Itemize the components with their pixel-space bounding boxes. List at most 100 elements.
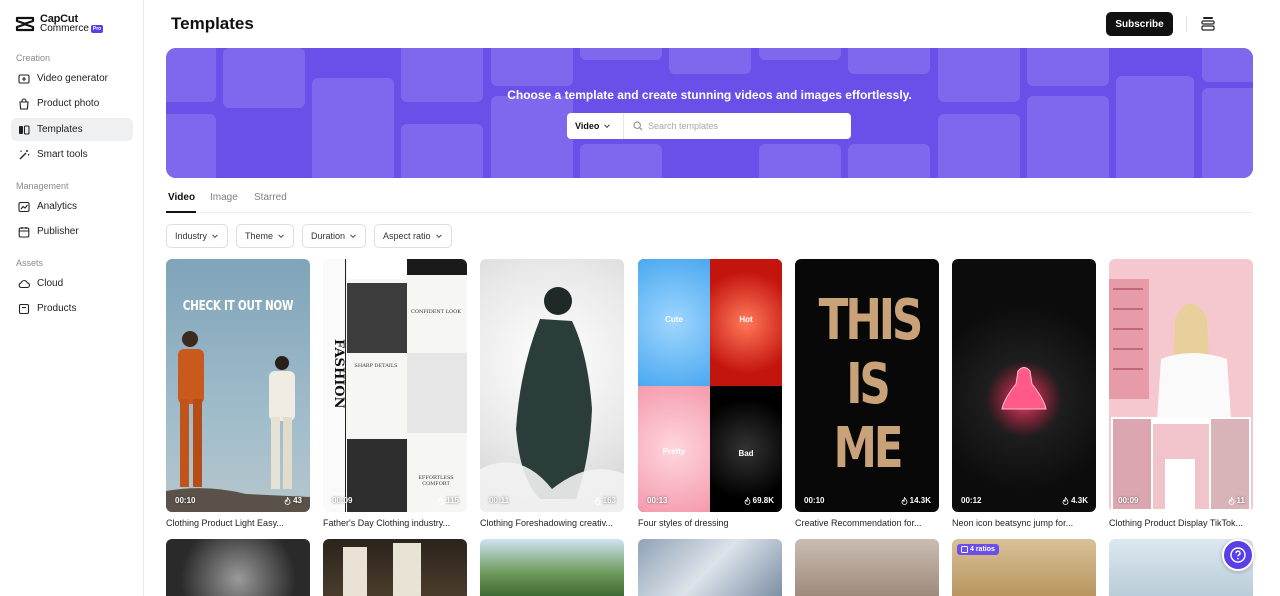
thumbnail-art [480, 287, 624, 512]
calendar-icon [18, 226, 30, 238]
template-card-thumbnail[interactable]: 4 ratios [952, 539, 1096, 596]
template-title: Neon icon beatsync jump for... [952, 518, 1074, 528]
ratio-badge: 4 ratios [957, 544, 999, 555]
sidebar-item-cloud[interactable]: Cloud [11, 272, 133, 295]
template-card[interactable]: 00:09 11 Clothing Product Display TikTok… [1109, 259, 1253, 528]
template-card[interactable]: 00:12 4.3K Neon icon beatsync jump for..… [952, 259, 1096, 528]
thumbnail-overlay-text: CHECK IT OUT NOW [182, 299, 294, 314]
section-title-creation: Creation [16, 53, 51, 63]
thumbnail-caption: SHARP DETAILS [354, 363, 398, 369]
search-type-dropdown[interactable]: Video [567, 113, 624, 139]
template-thumbnail: 00:11 163 [480, 259, 624, 512]
template-title: Creative Recommendation for... [795, 518, 922, 528]
search-input[interactable] [648, 121, 838, 131]
likes-count: 11 [1228, 496, 1245, 505]
template-card-thumbnail[interactable] [323, 539, 467, 596]
duration-label: 00:10 [804, 496, 825, 505]
chevron-down-icon [278, 234, 284, 239]
video-plus-icon [18, 73, 30, 84]
active-tab-indicator [166, 211, 196, 213]
thumbnail-overlay-text: FASHION [331, 339, 346, 409]
cloud-icon [18, 279, 30, 288]
bag-icon [19, 97, 29, 110]
template-card-thumbnail[interactable] [795, 539, 939, 596]
sidebar-item-label: Products [37, 303, 77, 314]
template-title: Father's Day Clothing industry... [323, 518, 451, 528]
sidebar-item-templates[interactable]: Templates [11, 118, 133, 141]
sidebar-item-video-generator[interactable]: Video generator [11, 67, 133, 90]
flame-icon [1228, 496, 1234, 505]
likes-count: 43 [284, 496, 302, 505]
ratio-icon [961, 546, 968, 553]
template-thumbnail: Cute Hot Pretty Bad 00:13 69.8K [638, 259, 782, 512]
thumbnail-art [343, 543, 421, 596]
tab-starred[interactable]: Starred [254, 192, 287, 203]
banner-tile [166, 114, 216, 178]
template-card[interactable]: FASHION CONFIDENT LOOK SHARP DETAILS EFF… [323, 259, 467, 528]
quadrant-label: Bad [738, 449, 754, 458]
duration-label: 00:12 [961, 496, 982, 505]
template-card[interactable]: THIS IS ME 00:10 14.3K Creative Recommen… [795, 259, 939, 528]
sidebar-item-product-photo[interactable]: Product photo [11, 92, 133, 115]
banner-tile [580, 144, 662, 178]
duration-label: 00:09 [1118, 496, 1139, 505]
template-thumbnail: THIS IS ME 00:10 14.3K [795, 259, 939, 512]
sidebar-item-label: Cloud [37, 278, 64, 289]
banner-tile [491, 96, 573, 178]
template-title: Clothing Product Light Easy... [166, 518, 284, 528]
filter-label: Industry [175, 231, 208, 241]
template-card-thumbnail[interactable] [638, 539, 782, 596]
template-card[interactable]: CHECK IT OUT NOW 00:10 43 Clothing Produ… [166, 259, 310, 528]
header-divider [1186, 16, 1187, 32]
subscribe-button[interactable]: Subscribe [1106, 12, 1173, 36]
template-title: Clothing Product Display TikTok... [1109, 518, 1244, 528]
template-thumbnail: FASHION CONFIDENT LOOK SHARP DETAILS EFF… [323, 259, 467, 512]
thumbnail-art [166, 331, 310, 512]
thumbnail-art [986, 361, 1062, 437]
brand-logo[interactable]: CapCut Commerce Pro [15, 14, 104, 34]
filter-industry[interactable]: Industry [166, 224, 229, 248]
sidebar-item-analytics[interactable]: Analytics [11, 195, 133, 218]
tab-image[interactable]: Image [210, 192, 238, 203]
template-card-thumbnail[interactable] [166, 539, 310, 596]
help-button[interactable] [1222, 539, 1254, 571]
likes-count: 4.3K [1062, 496, 1088, 505]
template-title: Four styles of dressing [638, 518, 729, 528]
quadrant-label: Hot [739, 315, 753, 324]
banner-tile [759, 48, 841, 60]
quadrant-label: Cute [665, 315, 683, 324]
filter-duration[interactable]: Duration [302, 224, 367, 248]
stack-icon[interactable] [1201, 16, 1215, 31]
template-title: Clothing Foreshadowing creativ... [480, 518, 613, 528]
filter-label: Aspect ratio [383, 231, 431, 241]
duration-label: 00:13 [647, 496, 668, 505]
sidebar-item-smart-tools[interactable]: Smart tools [11, 143, 133, 166]
filter-label: Theme [245, 231, 274, 241]
template-card[interactable]: Cute Hot Pretty Bad 00:13 69.8K Four sty… [638, 259, 782, 528]
tab-video[interactable]: Video [168, 192, 195, 203]
thumbnail-art [1109, 279, 1251, 512]
banner-tile [1027, 96, 1109, 178]
duration-label: 00:10 [175, 496, 196, 505]
filter-theme[interactable]: Theme [236, 224, 295, 248]
thumbnail-overlay-text: THIS IS ME [818, 288, 924, 481]
flame-icon [284, 496, 291, 505]
template-tabs: Video Image Starred [166, 190, 1252, 213]
search-icon [633, 121, 643, 131]
sidebar-item-publisher[interactable]: Publisher [11, 220, 133, 243]
template-card[interactable]: 00:11 163 Clothing Foreshadowing creativ… [480, 259, 624, 528]
chevron-down-icon [212, 234, 218, 239]
sidebar-item-products[interactable]: Products [11, 297, 133, 320]
chart-icon [18, 201, 30, 212]
flame-icon [1062, 496, 1069, 505]
banner-tile [848, 144, 930, 178]
template-card-thumbnail[interactable] [480, 539, 624, 596]
sidebar-item-label: Smart tools [37, 149, 88, 160]
sidebar-item-label: Product photo [37, 98, 100, 109]
likes-count: 115 [437, 496, 459, 505]
template-thumbnail: 00:12 4.3K [952, 259, 1096, 512]
filter-aspect-ratio[interactable]: Aspect ratio [374, 224, 452, 248]
banner-tile [669, 48, 751, 74]
template-thumbnail: 00:09 11 [1109, 259, 1253, 512]
banner-tile [759, 144, 841, 178]
